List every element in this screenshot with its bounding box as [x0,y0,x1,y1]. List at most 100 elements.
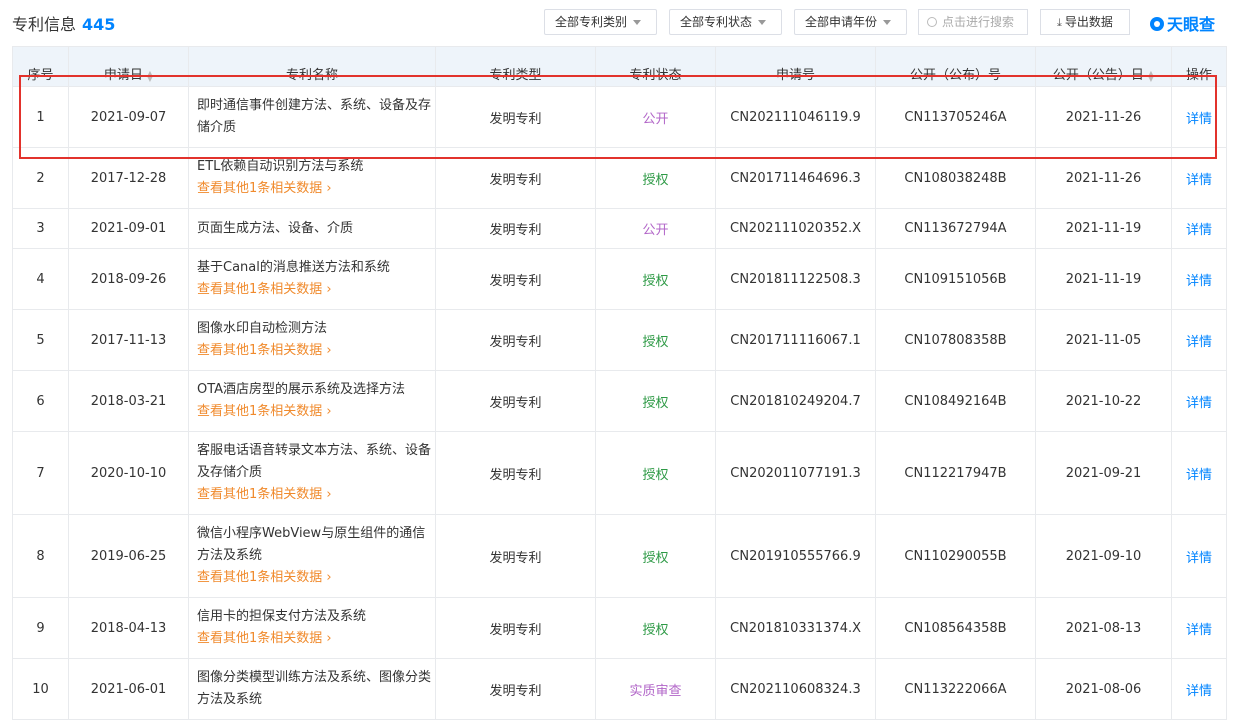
cell-action: 详情 [1171,86,1227,148]
related-data-link[interactable]: 查看其他1条相关数据 › [197,628,435,650]
cell-name: 微信小程序WebView与原生组件的通信方法及系统查看其他1条相关数据 › [188,514,436,598]
cell-app-no: CN201711116067.1 [715,309,876,371]
cell-status: 实质审查 [595,658,716,720]
cell-date: 2018-03-21 [68,370,189,432]
patent-name[interactable]: OTA酒店房型的展示系统及选择方法 [197,382,405,397]
detail-link[interactable]: 详情 [1186,551,1212,566]
col-header-pub-date-label: 公开（公告）日 [1052,68,1144,83]
table-header-row: 序号 申请日 ▲ ▼ 专利名称 专利类型 专利状态 申请号 公开（公布）号 公开（公… [12,46,1227,87]
cell-app-no: CN201810331374.X [715,597,876,659]
cell-status: 授权 [595,431,716,515]
cell-action: 详情 [1171,147,1227,209]
related-data-link[interactable]: 查看其他1条相关数据 › [197,178,435,200]
cell-status: 授权 [595,370,716,432]
table-row: 3 2021-09-01 页面生成方法、设备、介质 发明专利 公开 CN202111020… [12,208,1227,249]
cell-type: 发明专利 [435,597,596,659]
cell-action: 详情 [1171,370,1227,432]
patent-name[interactable]: ETL依赖自动识别方法与系统 [197,159,363,174]
patent-name[interactable]: 图像分类模型训练方法及系统、图像分类方法及系统 [197,670,431,707]
patent-name[interactable]: 微信小程序WebView与原生组件的通信方法及系统 [197,526,425,563]
related-data-link[interactable]: 查看其他1条相关数据 › [197,567,435,589]
detail-link[interactable]: 详情 [1186,274,1212,289]
related-data-link[interactable]: 查看其他1条相关数据 › [197,340,435,362]
cell-date: 2017-11-13 [68,309,189,371]
table-row: 1 2021-09-07 即时通信事件创建方法、系统、设备及存储介质 发明专利 公开 CN… [12,86,1227,148]
category-filter-label: 全部专利类别 [555,15,628,29]
cell-type: 发明专利 [435,309,596,371]
search-icon [927,17,937,27]
detail-link[interactable]: 详情 [1186,223,1212,238]
col-header-date[interactable]: 申请日 ▲ ▼ [68,46,189,87]
cell-action: 详情 [1171,248,1227,310]
detail-link[interactable]: 详情 [1186,112,1212,127]
cell-date: 2017-12-28 [68,147,189,209]
logo-text: 天眼查 [1167,15,1216,34]
status-filter-dropdown[interactable]: 全部专利状态 [669,9,782,35]
detail-link[interactable]: 详情 [1186,396,1212,411]
cell-pub-no: CN112217947B [875,431,1036,515]
cell-type: 发明专利 [435,208,596,249]
cell-pub-no: CN108564358B [875,597,1036,659]
chevron-down-icon [758,20,767,25]
patent-name[interactable]: 页面生成方法、设备、介质 [197,221,353,236]
cell-name: 即时通信事件创建方法、系统、设备及存储介质 [188,86,436,148]
related-data-link[interactable]: 查看其他1条相关数据 › [197,279,435,301]
year-filter-dropdown[interactable]: 全部申请年份 [794,9,907,35]
toolbar: 专利信息 445 全部专利类别 全部专利状态 全部申请年份 点击进行搜索 ⤓ 导出数… [0,0,1234,46]
cell-pub-date: 2021-11-05 [1035,309,1172,371]
col-header-pub-date[interactable]: 公开（公告）日 ▲ ▼ [1035,46,1172,87]
cell-type: 发明专利 [435,658,596,720]
cell-status: 公开 [595,86,716,148]
cell-date: 2021-09-07 [68,86,189,148]
detail-link[interactable]: 详情 [1186,684,1212,699]
cell-pub-no: CN107808358B [875,309,1036,371]
patent-name[interactable]: 基于Canal的消息推送方法和系统 [197,260,390,275]
detail-link[interactable]: 详情 [1186,623,1212,638]
cell-pub-date: 2021-11-26 [1035,86,1172,148]
category-filter-dropdown[interactable]: 全部专利类别 [544,9,657,35]
cell-type: 发明专利 [435,370,596,432]
patent-name[interactable]: 即时通信事件创建方法、系统、设备及存储介质 [197,98,431,135]
col-header-pub-no: 公开（公布）号 [875,46,1036,87]
cell-name: 图像分类模型训练方法及系统、图像分类方法及系统 [188,658,436,720]
cell-app-no: CN201811122508.3 [715,248,876,310]
cell-index: 9 [12,597,69,659]
cell-type: 发明专利 [435,431,596,515]
cell-app-no: CN202111046119.9 [715,86,876,148]
cell-index: 4 [12,248,69,310]
cell-date: 2019-06-25 [68,514,189,598]
cell-action: 详情 [1171,658,1227,720]
cell-pub-no: CN113672794A [875,208,1036,249]
cell-index: 2 [12,147,69,209]
detail-link[interactable]: 详情 [1186,335,1212,350]
cell-name: 客服电话语音转录文本方法、系统、设备及存储介质查看其他1条相关数据 › [188,431,436,515]
detail-link[interactable]: 详情 [1186,468,1212,483]
chevron-down-icon [883,20,892,25]
patent-name[interactable]: 客服电话语音转录文本方法、系统、设备及存储介质 [197,443,431,480]
logo-mark-icon [1150,17,1164,31]
col-header-status: 专利状态 [595,46,716,87]
cell-name: 页面生成方法、设备、介质 [188,208,436,249]
patent-name[interactable]: 图像水印自动检测方法 [197,321,327,336]
detail-link[interactable]: 详情 [1186,173,1212,188]
cell-index: 1 [12,86,69,148]
cell-date: 2021-09-01 [68,208,189,249]
table-row: 10 2021-06-01 图像分类模型训练方法及系统、图像分类方法及系统 发明专利实… [12,658,1227,720]
col-header-date-label: 申请日 [103,68,143,83]
status-filter-label: 全部专利状态 [680,15,753,29]
sort-icon: ▲ ▼ [146,68,154,83]
search-input[interactable]: 点击进行搜索 [918,9,1028,35]
cell-pub-no: CN113222066A [875,658,1036,720]
col-header-app-no: 申请号 [715,46,876,87]
logo: 天眼查 [1150,11,1215,35]
cell-type: 发明专利 [435,86,596,148]
cell-app-no: CN202111020352.X [715,208,876,249]
patent-name[interactable]: 信用卡的担保支付方法及系统 [197,609,366,624]
related-data-link[interactable]: 查看其他1条相关数据 › [197,484,435,506]
export-button[interactable]: ⤓ 导出数据 [1040,9,1130,35]
cell-date: 2018-04-13 [68,597,189,659]
table-row: 9 2018-04-13 信用卡的担保支付方法及系统查看其他1条相关数据 › 发明专利… [12,597,1227,659]
cell-pub-no: CN108492164B [875,370,1036,432]
related-data-link[interactable]: 查看其他1条相关数据 › [197,401,435,423]
cell-pub-date: 2021-11-26 [1035,147,1172,209]
